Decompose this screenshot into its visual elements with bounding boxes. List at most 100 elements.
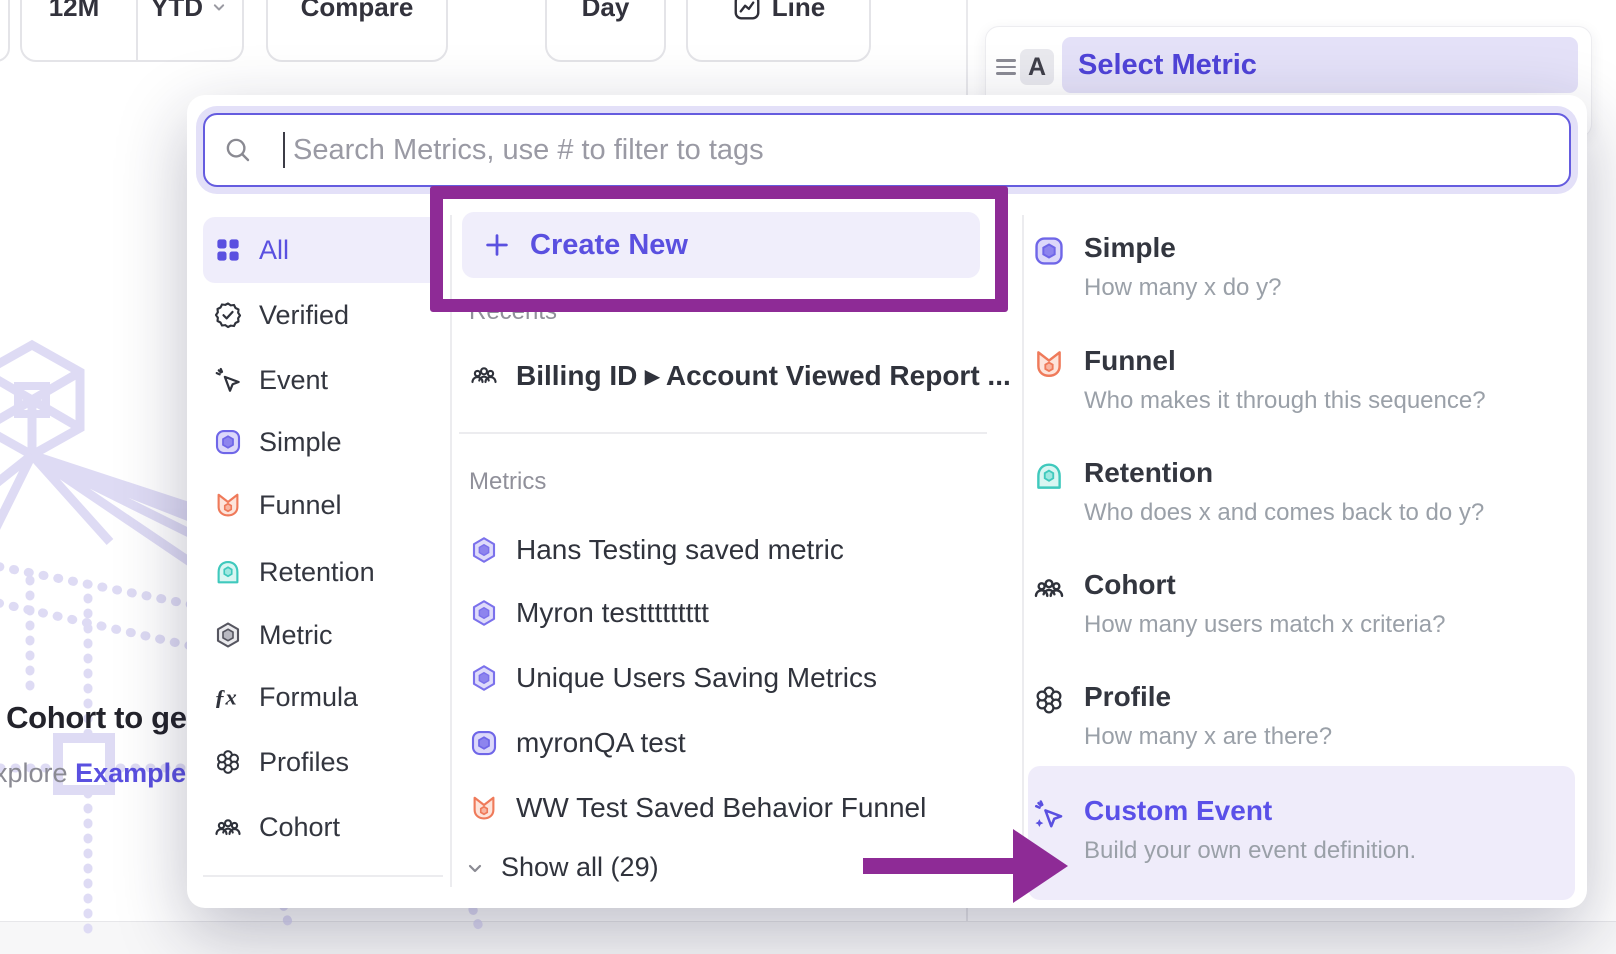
search-bar: [203, 113, 1571, 187]
cohort-people-icon: [213, 812, 243, 842]
type-title: Funnel: [1084, 345, 1176, 377]
range-ytd-label: YTD: [151, 0, 203, 23]
chevron-down-icon: [463, 856, 487, 880]
type-desc: Build your own event definition.: [1084, 837, 1416, 865]
metric-list-item[interactable]: Unique Users Saving Metrics: [469, 656, 984, 700]
sidebar-item-all[interactable]: All: [203, 217, 443, 283]
sidebar-label-retention: Retention: [259, 557, 375, 588]
modal-divider-sidebar: [450, 215, 452, 887]
toolbar-cutoff-button[interactable]: [0, 0, 10, 62]
metric-item-label: Myron testtttttttt: [516, 597, 709, 629]
sidebar-label-metric: Metric: [259, 620, 333, 651]
type-title: Profile: [1084, 681, 1171, 713]
type-desc: Who does x and comes back to do y?: [1084, 499, 1484, 527]
sidebar-item-tags[interactable]: Tags: [203, 895, 443, 908]
metric-item-label: WW Test Saved Behavior Funnel: [516, 792, 926, 824]
series-a-label: A: [1028, 53, 1046, 82]
metric-item-label: Hans Testing saved metric: [516, 534, 844, 566]
profiles-flower-icon: [213, 747, 243, 777]
headline-text: r Cohort to ge: [0, 700, 187, 735]
sidebar-label-simple: Simple: [259, 427, 342, 458]
retention-arch-icon: [213, 557, 243, 587]
sidebar-item-metric[interactable]: Metric: [203, 607, 443, 663]
sidebar-label-funnel: Funnel: [259, 490, 342, 521]
metric-list-item[interactable]: myronQA test: [469, 721, 984, 765]
simple-hexagon-icon: [213, 427, 243, 457]
metric-list-item[interactable]: WW Test Saved Behavior Funnel: [469, 786, 984, 830]
metric-list-item[interactable]: Hans Testing saved metric: [469, 528, 984, 572]
type-title: Cohort: [1084, 569, 1176, 601]
metric-list-item[interactable]: Myron testtttttttt: [469, 591, 984, 635]
sidebar-item-profiles[interactable]: Profiles: [203, 734, 443, 790]
drag-handle-icon[interactable]: [996, 55, 1016, 77]
funnel-icon: [213, 490, 243, 520]
explore-prefix-text: xplore: [0, 758, 68, 788]
select-metric-label: Select Metric: [1078, 49, 1257, 82]
sidebar-item-verified[interactable]: Verified: [203, 287, 443, 343]
saved-metric-hexagon-icon: [469, 598, 499, 628]
sidebar-label-cohort: Cohort: [259, 812, 340, 843]
retention-arch-icon: [1032, 459, 1066, 493]
metrics-section-label: Metrics: [469, 468, 546, 496]
range-12m-label: 12M: [49, 0, 100, 23]
sidebar-divider: [203, 875, 443, 877]
svg-text:ƒx: ƒx: [214, 685, 237, 710]
recent-item-label: Billing ID ▸ Account Viewed Report ...: [516, 359, 1011, 392]
simple-hexagon-icon: [1032, 234, 1066, 268]
sidebar-label-verified: Verified: [259, 300, 349, 331]
sidebar-label-all: All: [259, 235, 289, 266]
sidebar-item-funnel[interactable]: Funnel: [203, 477, 443, 533]
annotation-highlight-box: [430, 186, 1008, 312]
verified-badge-icon: [213, 300, 243, 330]
funnel-icon: [469, 793, 499, 823]
type-title: Simple: [1084, 232, 1176, 264]
metric-item-label: Unique Users Saving Metrics: [516, 662, 877, 694]
sidebar-item-formula[interactable]: ƒx Formula: [203, 669, 443, 725]
saved-metric-hexagon-icon: [469, 663, 499, 693]
show-all-label: Show all (29): [501, 852, 659, 883]
sidebar-label-event: Event: [259, 365, 328, 396]
text-caret: [283, 132, 285, 168]
simple-hexagon-icon: [469, 728, 499, 758]
modal-divider-types: [1022, 215, 1024, 887]
series-a-badge: A: [1020, 49, 1054, 85]
range-12m-button[interactable]: 12M: [22, 0, 126, 60]
granularity-day-button[interactable]: Day: [545, 0, 666, 62]
sidebar-item-simple[interactable]: Simple: [203, 414, 443, 470]
chart-type-line-button[interactable]: Line: [686, 0, 871, 62]
cohort-people-icon: [469, 360, 499, 390]
recent-item-billing[interactable]: Billing ID ▸ Account Viewed Report ...: [469, 353, 984, 397]
type-title: Retention: [1084, 457, 1213, 489]
range-ytd-button[interactable]: YTD: [136, 0, 242, 60]
screen: 12M YTD Compare Day Line: [0, 0, 1616, 954]
metric-item-label: myronQA test: [516, 727, 686, 759]
compare-label: Compare: [301, 0, 414, 23]
custom-event-sparkle-icon: [1032, 797, 1066, 831]
type-desc: How many users match x criteria?: [1084, 611, 1445, 639]
select-metric-pill[interactable]: Select Metric: [1062, 37, 1578, 93]
line-label: Line: [772, 0, 825, 23]
empty-state-headline-fragment: r Cohort to ge: [0, 700, 187, 736]
show-all-toggle[interactable]: Show all (29): [463, 852, 659, 883]
sidebar-item-retention[interactable]: Retention: [203, 544, 443, 600]
sidebar-item-event[interactable]: Event: [203, 352, 443, 408]
line-chart-icon: [732, 0, 762, 22]
chevron-down-icon: [209, 0, 229, 17]
middle-divider: [459, 432, 987, 434]
type-desc: How many x do y?: [1084, 274, 1281, 302]
day-label: Day: [582, 0, 630, 23]
compare-button[interactable]: Compare: [266, 0, 448, 62]
custom-event-highlight: [1028, 766, 1575, 900]
type-title: Custom Event: [1084, 795, 1272, 827]
type-desc: How many x are there?: [1084, 723, 1332, 751]
saved-metric-hexagon-icon: [469, 535, 499, 565]
annotation-arrow-shaft: [863, 858, 1015, 874]
annotation-arrow-head: [1013, 829, 1068, 903]
sidebar-item-cohort[interactable]: Cohort: [203, 799, 443, 855]
search-icon: [223, 135, 253, 165]
search-input[interactable]: [291, 133, 1569, 168]
profiles-flower-icon: [1032, 683, 1066, 717]
date-range-segmented-control: 12M YTD: [20, 0, 244, 62]
empty-state-explore-line: xplore Example R: [0, 758, 213, 789]
metric-hexagon-icon: [213, 620, 243, 650]
